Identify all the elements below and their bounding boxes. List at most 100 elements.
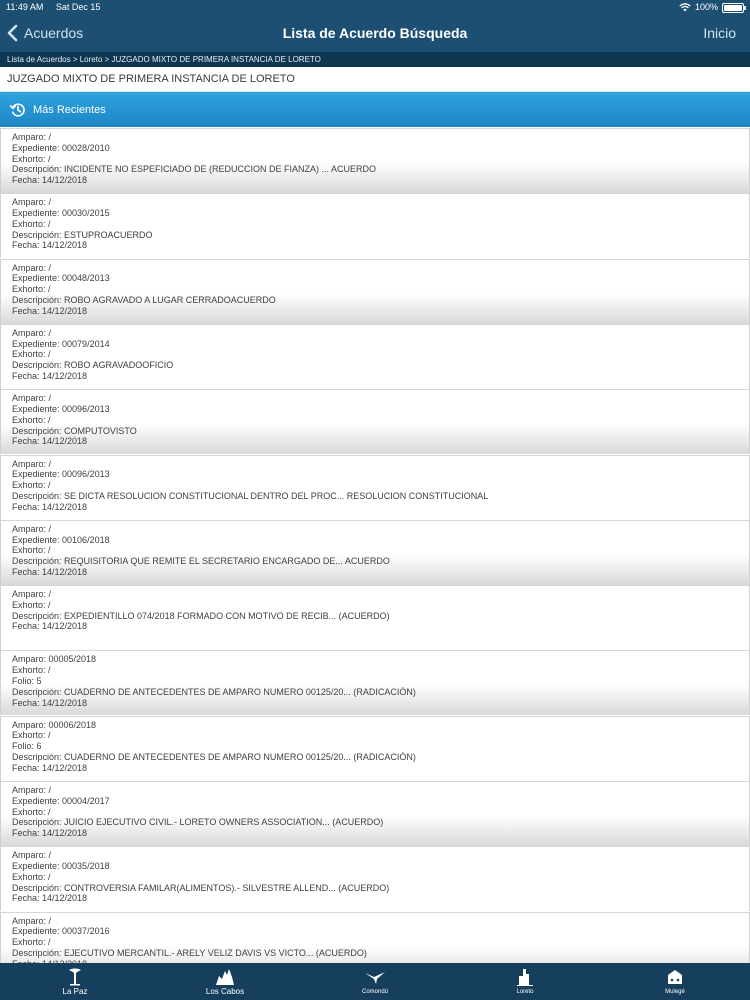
list-item[interactable]: Amparo: 00006/2018 Exhorto: / Folio: 6 Desc…: [0, 715, 750, 781]
list-item-line: Exhorto: /: [12, 284, 51, 295]
list-item-line: Descripción: CUADERNO DE ANTECEDENTES DE…: [12, 752, 416, 763]
list-item-line: Fecha: 14/12/2018: [12, 501, 88, 512]
list-item-line: Fecha: 14/12/2018: [12, 371, 88, 382]
list-item-line: Exhorto: /: [12, 871, 51, 882]
list-item-line: Exhorto: /: [12, 730, 51, 741]
list-item[interactable]: Amparo: / Expediente: 00048/2013 Exhorto: …: [0, 258, 750, 324]
list-item-line: Exhorto: /: [12, 599, 51, 610]
list-item-line: Descripción: EXPEDIENTILLO 074/2018 FORM…: [12, 610, 390, 621]
list-item-line: Descripción: JUICIO EJECUTIVO CIVIL.- LO…: [12, 817, 384, 828]
list-item[interactable]: Amparo: / Expediente: 00037/2016 Exhorto: …: [0, 911, 750, 963]
list-item-line: Expediente: 00004/2017: [12, 795, 110, 806]
tab-label: Mulegé: [665, 989, 685, 995]
list-item-line: Fecha: 14/12/2018: [12, 621, 88, 632]
list-item-line: Descripción: INCIDENTE NO ESPEFICIADO DE…: [12, 164, 377, 175]
list-item-line: Expediente: 00079/2014: [12, 338, 110, 349]
list-item-line: Fecha: 14/12/2018: [12, 175, 88, 186]
tab-label: Comondú: [361, 989, 388, 995]
list-item[interactable]: Amparo: 00005/2018 Exhorto: / Folio: 5 Desc…: [0, 650, 750, 716]
list-item[interactable]: Amparo: / Expediente: 00106/2018 Exhorto: …: [0, 519, 750, 585]
list-item-line: Exhorto: /: [12, 806, 51, 817]
tab-los-cabos[interactable]: Los Cabos: [150, 963, 300, 1000]
list-item[interactable]: Amparo: / Exhorto: / Descripción: EXPEDIEN…: [0, 585, 750, 651]
list-item-line: Fecha: 14/12/2018: [12, 436, 88, 447]
list-item-line: Exhorto: /: [12, 349, 51, 360]
list-item-line: Exhorto: /: [12, 665, 51, 676]
list-item[interactable]: Amparo: / Expediente: 00030/2015 Exhorto: …: [0, 193, 750, 259]
list-item-line: Amparo: 00006/2018: [12, 719, 97, 730]
list-item-line: Fecha: 14/12/2018: [12, 893, 88, 904]
list-item[interactable]: Amparo: / Expediente: 00035/2018 Exhorto: …: [0, 846, 750, 912]
list-item-line: Expediente: 00030/2015: [12, 208, 110, 219]
battery-percent: 100%: [694, 2, 718, 12]
status-bar: 11:49 AM Sat Dec 15 100%: [0, 0, 750, 14]
page-title: Lista de Acuerdo Búsqueda: [282, 25, 468, 41]
list-item-line: Fecha: 14/12/2018: [12, 697, 88, 708]
tab-mulege[interactable]: Mulegé: [600, 963, 750, 1000]
history-icon: [9, 102, 25, 117]
recent-filter-button[interactable]: Más Recientes: [0, 92, 750, 127]
list-item-line: Exhorto: /: [12, 414, 51, 425]
back-button[interactable]: Acuerdos: [6, 14, 83, 52]
list-item[interactable]: Amparo: / Expediente: 00079/2014 Exhorto: …: [0, 323, 750, 389]
tab-label: Loreto: [516, 989, 534, 995]
list-item-line: Exhorto: /: [12, 218, 51, 229]
list-item-line: Fecha: 14/12/2018: [12, 566, 88, 577]
list-item-line: Descripción: ROBO AGRAVADO A LUGAR CERRA…: [12, 294, 276, 305]
list-item-line: Amparo: /: [12, 132, 52, 142]
acuerdos-list[interactable]: Amparo: / Expediente: 00028/2010 Exhorto: …: [0, 128, 750, 963]
tab-loreto[interactable]: Loreto: [450, 963, 600, 1000]
list-item-line: Amparo: /: [12, 785, 52, 795]
list-item-line: Descripción: CUADERNO DE ANTECEDENTES DE…: [12, 686, 416, 697]
list-item-line: Exhorto: /: [12, 153, 51, 164]
battery-icon: [722, 3, 746, 13]
court-title: JUZGADO MIXTO DE PRIMERA INSTANCIA DE LO…: [0, 67, 750, 92]
list-item-line: Amparo: /: [12, 327, 52, 338]
list-item-line: Descripción: CONTROVERSIA FAMILAR(ALIMEN…: [12, 882, 390, 893]
list-item-line: Expediente: 00106/2018: [12, 534, 110, 545]
battery-fill: [724, 5, 742, 11]
list-item-line: Folio: 5: [12, 675, 42, 686]
list-item-line: Fecha: 14/12/2018: [12, 828, 88, 839]
list-item[interactable]: Amparo: / Expediente: 00096/2013 Exhorto: …: [0, 389, 750, 455]
list-item[interactable]: Amparo: / Expediente: 00004/2017 Exhorto: …: [0, 781, 750, 846]
list-item-line: Fecha: 14/12/2018: [12, 240, 88, 251]
status-right: 100%: [679, 0, 746, 14]
list-item-line: Descripción: SE DICTA RESOLUCION CONSTIT…: [12, 490, 489, 501]
comondu-icon: [365, 972, 385, 984]
tab-label: La Paz: [62, 987, 88, 996]
list-item-line: Amparo: /: [12, 589, 52, 600]
list-item-line: Expediente: 00028/2010: [12, 142, 110, 153]
list-item-line: Expediente: 00048/2013: [12, 273, 110, 284]
list-item-line: Expediente: 00096/2013: [12, 403, 110, 414]
tab-bar: La Paz Los Cabos Comondú Loreto Mulegé: [0, 963, 750, 1000]
list-item-line: Expediente: 00035/2018: [12, 861, 110, 872]
list-item-line: Amparo: /: [12, 393, 52, 404]
loreto-icon: [517, 969, 533, 986]
list-item-line: Expediente: 00037/2016: [12, 926, 110, 937]
list-item[interactable]: Amparo: / Expediente: 00028/2010 Exhorto: …: [0, 128, 750, 193]
list-item-line: Exhorto: /: [12, 480, 51, 491]
list-item[interactable]: Amparo: / Expediente: 00096/2013 Exhorto: …: [0, 454, 750, 520]
chevron-left-icon: [7, 24, 18, 42]
list-item-line: Fecha: 14/12/2018: [12, 762, 88, 773]
list-item-line: Amparo: /: [12, 262, 52, 273]
list-item-line: Amparo: 00005/2018: [12, 654, 97, 665]
status-date: Sat Dec 15: [55, 2, 101, 12]
navigation-bar: Lista de Acuerdo Búsqueda Acuerdos Inici…: [0, 14, 750, 52]
list-item-line: Descripción: ROBO AGRAVADOOFICIO: [12, 360, 174, 371]
tab-comondu[interactable]: Comondú: [300, 963, 450, 1000]
list-item-line: Amparo: /: [12, 850, 52, 861]
status-time: 11:49 AM: [6, 2, 44, 12]
tab-la-paz[interactable]: La Paz: [0, 963, 150, 1000]
list-item-line: Amparo: /: [12, 915, 52, 926]
list-item-line: Descripción: REQUISITORIA QUE REMITE EL …: [12, 556, 390, 567]
list-item-line: Expediente: 00096/2013: [12, 469, 110, 480]
mulege-icon: [668, 970, 682, 984]
list-item-line: Amparo: /: [12, 458, 52, 469]
wifi-icon: [679, 2, 691, 11]
breadcrumb: Lista de Acuerdos > Loreto > JUZGADO MIX…: [0, 52, 750, 67]
home-button[interactable]: Inicio: [703, 14, 736, 52]
list-item-line: Amparo: /: [12, 197, 52, 208]
list-item-line: Exhorto: /: [12, 937, 51, 948]
